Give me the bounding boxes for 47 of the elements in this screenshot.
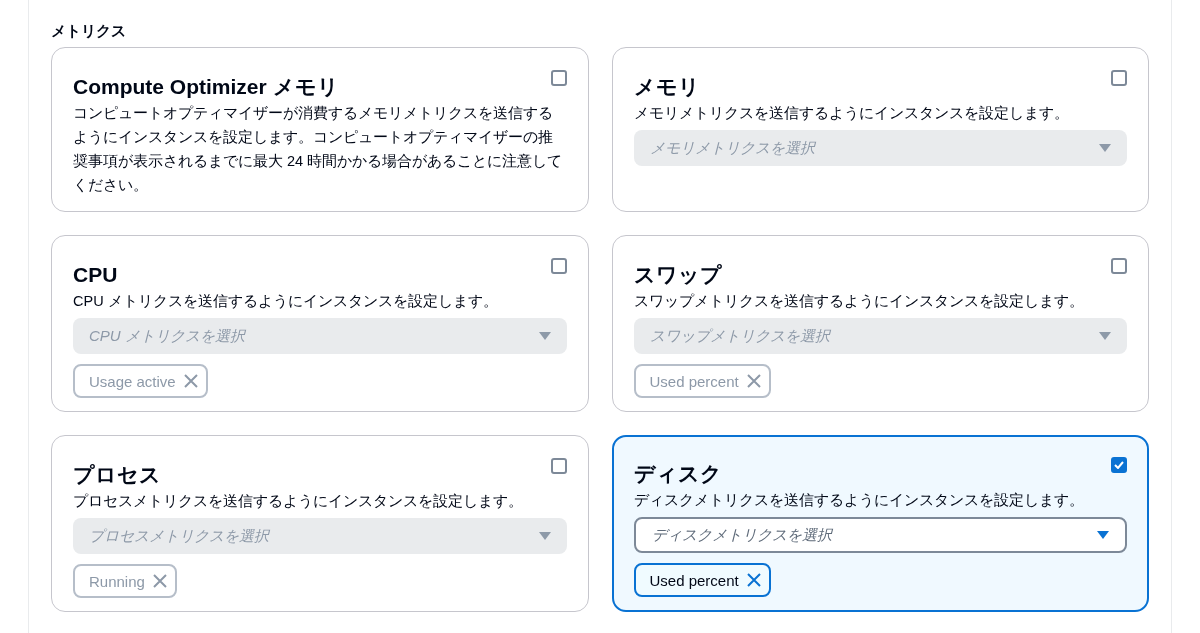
remove-button[interactable] <box>183 374 198 388</box>
check-icon <box>1114 461 1124 469</box>
card-title: CPU <box>73 262 118 288</box>
checkbox[interactable] <box>1111 70 1127 86</box>
token-label: Used percent <box>649 372 739 390</box>
card-title: スワップ <box>633 262 722 288</box>
card-description: プロセスメトリクスを送信するようにインスタンスを設定します。 <box>73 492 524 511</box>
section-title: メトリクス <box>51 21 127 41</box>
card-description: ディスクメトリクスを送信するようにインスタンスを設定します。 <box>633 491 1085 510</box>
metric-select[interactable]: プロセスメトリクスを選択 <box>73 518 567 554</box>
remove-button[interactable] <box>746 374 761 388</box>
checkbox[interactable] <box>1111 457 1127 473</box>
caret-icon <box>1099 144 1111 152</box>
close-icon <box>183 374 198 388</box>
card-description: スワップメトリクスを送信するようにインスタンスを設定します。 <box>633 292 1085 311</box>
caret-icon <box>1099 332 1111 340</box>
close-icon <box>152 574 167 588</box>
card-description: CPU メトリクスを送信するようにインスタンスを設定します。 <box>73 292 499 311</box>
remove-button[interactable] <box>746 573 761 587</box>
checkbox[interactable] <box>550 258 567 274</box>
checkbox[interactable] <box>550 458 567 474</box>
caret-icon <box>538 332 551 340</box>
card-title: ディスク <box>633 461 722 487</box>
card-title: プロセス <box>73 462 161 488</box>
select-placeholder: プロセスメトリクスを選択 <box>89 526 269 546</box>
checkbox[interactable] <box>1111 258 1127 274</box>
remove-button[interactable] <box>152 574 167 588</box>
metric-select[interactable]: スワップメトリクスを選択 <box>633 318 1127 354</box>
caret-icon <box>538 532 551 540</box>
caret-icon <box>1097 531 1109 539</box>
card-title: Compute Optimizer メモリ <box>73 74 339 100</box>
metric-select[interactable]: メモリメトリクスを選択 <box>633 130 1127 166</box>
metric-select[interactable]: CPU メトリクスを選択 <box>73 318 567 354</box>
token-label: Used percent <box>649 571 739 589</box>
checkbox[interactable] <box>550 70 567 86</box>
select-placeholder: ディスクメトリクスを選択 <box>651 525 832 545</box>
card-description: コンピュートオプティマイザーが消費するメモリメトリクスを送信するようにインスタンスを設定します。コンピュートオプティマイザーの推奨事項が表示されるまでに最大 24 時間かかる場合があることに注意してください。 <box>73 104 564 195</box>
close-icon <box>746 573 761 587</box>
card-title: メモリ <box>633 74 700 100</box>
select-placeholder: CPU メトリクスを選択 <box>89 326 245 346</box>
card-description: メモリメトリクスを送信するようにインスタンスを設定します。 <box>633 104 1070 123</box>
close-icon <box>746 374 761 388</box>
select-placeholder: メモリメトリクスを選択 <box>649 138 815 158</box>
token-label: Usage active <box>89 372 176 390</box>
token-label: Running <box>89 572 145 590</box>
metric-select[interactable]: ディスクメトリクスを選択 <box>633 517 1127 553</box>
select-placeholder: スワップメトリクスを選択 <box>649 326 830 346</box>
